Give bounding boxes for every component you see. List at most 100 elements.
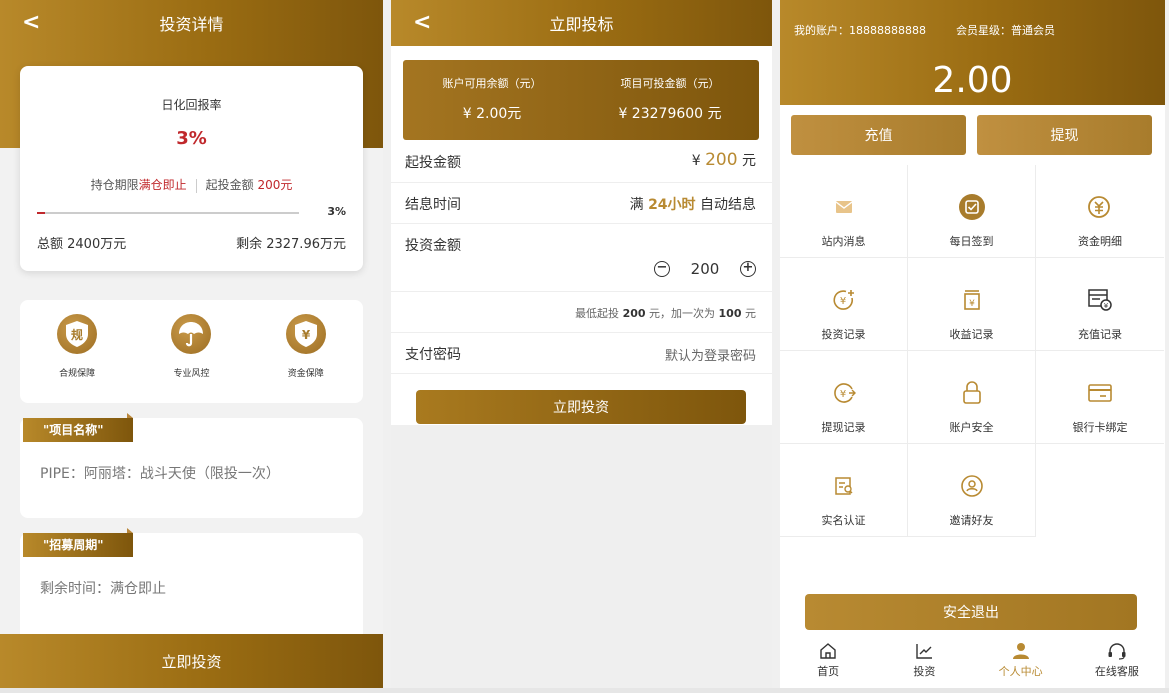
bid-form: 起投金额 ¥ 200 元 结息时间 满 24小时 自动结息 投资金额 − 200… xyxy=(391,140,772,425)
total-amount: 总额 2400万元 xyxy=(37,237,127,252)
bid-topbar: < 立即投标 xyxy=(391,0,772,46)
home-icon xyxy=(780,639,876,663)
divider xyxy=(195,178,197,193)
account-info: 我的账户：18888888888 会员星级：普通会员 xyxy=(794,22,1085,38)
invest-now-button[interactable]: 立即投资 xyxy=(0,634,383,688)
plus-icon[interactable]: + xyxy=(740,261,756,277)
withdraw-record-icon: ¥ xyxy=(832,379,856,407)
menu-item-bank-card[interactable]: 银行卡绑定 xyxy=(1036,351,1164,444)
menu-item-messages[interactable]: 站内消息 xyxy=(780,165,908,258)
invest-now-button[interactable]: 立即投资 xyxy=(416,390,746,424)
back-arrow-icon[interactable]: < xyxy=(22,10,40,35)
amount-input[interactable]: 200 xyxy=(670,260,740,278)
account-balance: 2.00 xyxy=(932,60,1013,101)
detail-topbar: < 投资详情 xyxy=(0,0,383,46)
recharge-button[interactable]: 充值 xyxy=(791,115,966,155)
password-input[interactable]: 默认为登录密码 xyxy=(665,345,756,364)
withdraw-button[interactable]: 提现 xyxy=(977,115,1152,155)
unit: 元 xyxy=(737,153,756,169)
feature-label: 资金保障 xyxy=(287,369,324,379)
amount-label: 投资金额 xyxy=(405,238,461,254)
account-header: 我的账户：18888888888 会员星级：普通会员 2.00 xyxy=(780,0,1165,105)
quantity-stepper: − 200 + xyxy=(654,260,756,278)
min-value: ¥ 200 元 xyxy=(692,150,756,170)
min-label: 起投金额 xyxy=(405,155,461,171)
recharge-record-icon: ¥ xyxy=(1087,286,1113,314)
back-arrow-icon[interactable]: < xyxy=(413,10,431,35)
income-record-icon: ¥ xyxy=(962,286,982,314)
feature-compliance: 规 合规保障 xyxy=(32,314,122,403)
password-label: 支付密码 xyxy=(405,347,461,363)
rate-card: 日化回报率 3% 持仓期限满仓即止 起投金额 200元 3% 总额 2400万元 … xyxy=(20,66,363,271)
project-amount-label: 项目可投金额（元） xyxy=(620,77,720,90)
interest-hours: 24小时 xyxy=(648,197,696,213)
svg-text:¥: ¥ xyxy=(969,299,975,309)
project-name: PIPE：阿丽塔：战斗天使（限投一次） xyxy=(40,466,280,482)
menu-item-label: 每日签到 xyxy=(949,235,994,248)
minus-icon[interactable]: − xyxy=(654,261,670,277)
project-tag: "项目名称" xyxy=(23,413,133,442)
menu-item-label: 站内消息 xyxy=(821,235,866,248)
tab-label: 在线客服 xyxy=(1094,665,1139,678)
checkin-icon xyxy=(958,193,985,221)
available-label: 账户可用余额（元） xyxy=(442,77,542,90)
balance-card: 账户可用余额（元） ¥ 2.00元 项目可投金额（元） ¥ 23279600 元 xyxy=(403,60,759,140)
invest-record-icon: ¥ xyxy=(832,286,856,314)
mail-icon xyxy=(835,193,852,221)
remaining-amount: 剩余 2327.96万元 xyxy=(236,237,346,252)
menu-item-checkin[interactable]: 每日签到 xyxy=(908,165,1036,258)
fund-detail-icon xyxy=(1087,193,1113,221)
invite-icon xyxy=(960,472,984,500)
hint-row: 最低起投 200 元，加一次为 100 元 xyxy=(391,292,772,333)
min-label: 起投金额 xyxy=(205,178,254,192)
shield-gui-icon: 规 xyxy=(57,314,98,354)
investment-detail-screen: < 投资详情 日化回报率 3% 持仓期限满仓即止 起投金额 200元 3% 总额 … xyxy=(0,0,383,688)
menu-item-real-name[interactable]: 实名认证 xyxy=(780,444,908,537)
menu-item-account-security[interactable]: 账户安全 xyxy=(908,351,1036,444)
term-label: 持仓期限 xyxy=(90,178,139,192)
menu-item-recharge-record[interactable]: ¥ 充值记录 xyxy=(1036,258,1164,351)
lock-icon xyxy=(962,379,982,407)
svg-text:¥: ¥ xyxy=(302,328,311,342)
interest-suffix: 自动结息 xyxy=(695,197,756,213)
tab-invest[interactable]: 投资 xyxy=(876,633,972,688)
cycle-card: "招募周期" 剩余时间：满仓即止 xyxy=(20,528,363,643)
hint-min: 200 xyxy=(622,307,646,320)
min-hint: 最低起投 200 元，加一次为 100 元 xyxy=(575,305,756,321)
progress-bar xyxy=(37,212,299,214)
menu-item-label: 邀请好友 xyxy=(949,514,994,527)
tab-service[interactable]: 在线客服 xyxy=(1069,633,1165,688)
hint-text: 元，加一次为 xyxy=(645,307,719,320)
menu-item-invite[interactable]: 邀请好友 xyxy=(908,444,1036,537)
bid-screen: < 立即投标 账户可用余额（元） ¥ 2.00元 项目可投金额（元） ¥ 232… xyxy=(391,0,772,688)
svg-text:¥: ¥ xyxy=(839,296,845,307)
menu-item-label: 提现记录 xyxy=(821,421,866,434)
svg-text:¥: ¥ xyxy=(839,389,845,400)
feature-label: 专业风控 xyxy=(173,369,210,379)
min-amount-row: 起投金额 ¥ 200 元 xyxy=(391,140,772,183)
bottom-tabbar: 首页 投资 个人中心 在线客服 xyxy=(780,633,1165,688)
interest-row: 结息时间 满 24小时 自动结息 xyxy=(391,183,772,224)
menu-item-fund-detail[interactable]: 资金明细 xyxy=(1036,165,1164,258)
umbrella-icon xyxy=(171,314,212,354)
svg-text:¥: ¥ xyxy=(1104,302,1109,310)
menu-item-label: 银行卡绑定 xyxy=(1072,421,1128,434)
menu-item-label: 投资记录 xyxy=(821,328,866,341)
menu-item-income-record[interactable]: ¥ 收益记录 xyxy=(908,258,1036,351)
menu-item-withdraw-record[interactable]: ¥ 提现记录 xyxy=(780,351,908,444)
project-amount: 项目可投金额（元） ¥ 23279600 元 xyxy=(581,60,759,140)
id-card-icon xyxy=(834,472,854,500)
term-line: 持仓期限满仓即止 起投金额 200元 xyxy=(20,176,363,193)
menu-item-invest-record[interactable]: ¥ 投资记录 xyxy=(780,258,908,351)
logout-button[interactable]: 安全退出 xyxy=(805,594,1137,630)
progress-fill xyxy=(37,212,45,214)
tab-profile[interactable]: 个人中心 xyxy=(973,633,1069,688)
project-amount-value: ¥ 23279600 元 xyxy=(618,106,722,122)
tab-home[interactable]: 首页 xyxy=(780,633,876,688)
chart-icon xyxy=(876,639,972,663)
guarantee-features: 规 合规保障 专业风控 ¥ 资金保障 xyxy=(20,300,363,403)
amount-row: 投资金额 − 200 + xyxy=(391,224,772,292)
interest-label: 结息时间 xyxy=(405,197,461,213)
available-balance: 账户可用余额（元） ¥ 2.00元 xyxy=(403,60,581,140)
feature-risk: 专业风控 xyxy=(146,314,236,403)
